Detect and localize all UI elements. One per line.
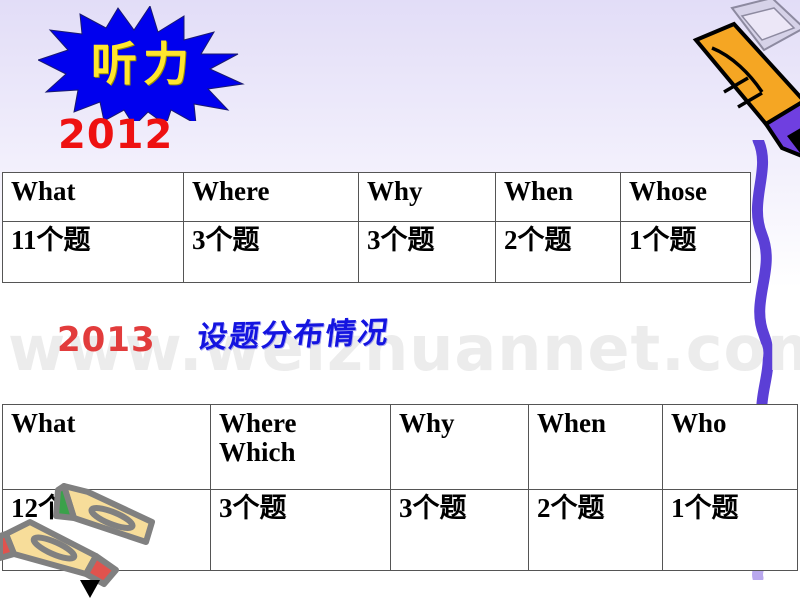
- table-2012-header-cell: Why: [358, 172, 496, 222]
- cell-text: When: [504, 176, 574, 206]
- table-2013-header-cell: When: [528, 404, 663, 490]
- cell-text: 3个题: [192, 225, 260, 255]
- table-2012-header-cell: Whose: [620, 172, 751, 222]
- cell-text: When: [537, 408, 607, 438]
- table-2012-value-cell: 3个题: [183, 221, 359, 283]
- table-2012-header-cell: When: [495, 172, 621, 222]
- table-2012-value-cell: 2个题: [495, 221, 621, 283]
- cell-text-alt: Which: [219, 437, 296, 468]
- cell-text: Why: [367, 176, 423, 206]
- listening-badge-label: 听力: [91, 36, 195, 91]
- cell-text: 11个题: [11, 225, 91, 255]
- cell-text: 1个题: [629, 225, 697, 255]
- table-row: 12个题 3个题 3个题 2个题 1个题: [2, 489, 798, 571]
- table-2012: What Where Why When Whose 11个题 3个题 3个题 2…: [2, 172, 751, 283]
- table-2013-header-cell: Where Which: [210, 404, 391, 490]
- table-row: What Where Which Why When Who: [2, 404, 798, 490]
- table-2012-value-cell: 11个题: [2, 221, 184, 283]
- cell-text: 3个题: [399, 493, 467, 523]
- cell-text: 12个题: [11, 493, 92, 523]
- cell-text: Whose: [629, 176, 708, 206]
- year-label-2012: 2012: [58, 112, 174, 158]
- year-label-2013: 2013: [57, 320, 156, 360]
- table-2013-value-cell: 12个题: [2, 489, 211, 571]
- pencil-icon: [692, 0, 800, 158]
- cell-text: What: [11, 176, 76, 206]
- table-2013: What Where Which Why When Who 12个题 3个题 3…: [2, 404, 798, 571]
- cell-text: Why: [399, 408, 455, 438]
- table-2012-header-cell: What: [2, 172, 184, 222]
- table-row: What Where Why When Whose: [2, 172, 751, 222]
- table-2012-header-cell: Where: [183, 172, 359, 222]
- table-2013-value-cell: 1个题: [662, 489, 798, 571]
- table-2013-header-cell: What: [2, 404, 211, 490]
- table-2013-value-cell: 2个题: [528, 489, 663, 571]
- table-2012-value-cell: 1个题: [620, 221, 751, 283]
- table-2013-value-cell: 3个题: [210, 489, 391, 571]
- cell-text: Where: [192, 176, 270, 206]
- cell-text: 3个题: [219, 493, 287, 523]
- cell-text: 1个题: [671, 493, 739, 523]
- table-row: 11个题 3个题 3个题 2个题 1个题: [2, 221, 751, 283]
- cell-text: Who: [671, 408, 727, 438]
- cell-text: What: [11, 408, 76, 438]
- subtitle-question-distribution: 设题分布情况: [194, 315, 393, 356]
- table-2013-header-cell: Who: [662, 404, 798, 490]
- slide-canvas: www.weizhuannet.com 听力 2012 2013 设题分布情况 …: [0, 0, 800, 600]
- table-2013-value-cell: 3个题: [390, 489, 529, 571]
- cell-text: 2个题: [504, 225, 572, 255]
- cell-text: 3个题: [367, 225, 435, 255]
- table-2012-value-cell: 3个题: [358, 221, 496, 283]
- table-2013-header-cell: Why: [390, 404, 529, 490]
- cell-text: Where: [219, 408, 297, 438]
- cell-text: 2个题: [537, 493, 605, 523]
